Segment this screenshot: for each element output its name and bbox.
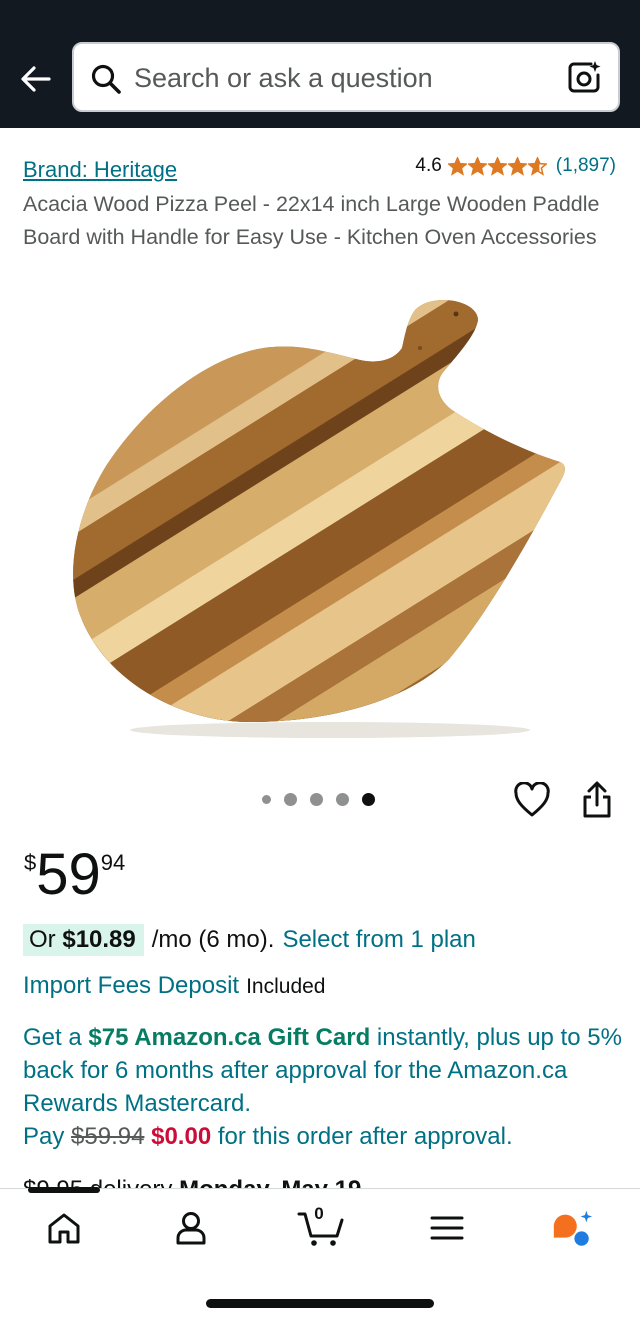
cart-icon[interactable]: 0	[296, 1204, 348, 1250]
price: $ 59 94	[24, 842, 125, 908]
star-icon	[447, 156, 467, 176]
offer-text-1: Get a	[23, 1024, 89, 1051]
price-fraction: 94	[100, 850, 126, 875]
import-fees: Import Fees Deposit Included	[23, 972, 326, 1000]
heart-icon[interactable]	[513, 781, 551, 818]
import-fees-note: Included	[246, 975, 326, 998]
home-indicator	[206, 1299, 434, 1308]
offer-old-price: $59.94	[71, 1123, 145, 1150]
carousel-dot[interactable]	[336, 793, 349, 806]
credit-card-offer[interactable]: Get a $75 Amazon.ca Gift Card instantly,…	[23, 1021, 623, 1153]
offer-pay-label: Pay	[23, 1123, 72, 1150]
product-title: Acacia Wood Pizza Peel - 22x14 inch Larg…	[23, 192, 600, 249]
star-icon	[487, 156, 507, 176]
offer-text-3: for this order after approval.	[211, 1123, 513, 1150]
rating-summary[interactable]: 4.6 (1,897)	[415, 155, 616, 177]
star-icon	[507, 156, 527, 176]
rufus-assistant-icon[interactable]	[550, 1206, 594, 1250]
active-tab-indicator	[28, 1187, 100, 1193]
select-plan-link[interactable]: Select from 1 plan	[282, 926, 475, 954]
image-carousel-dots	[262, 793, 388, 806]
account-icon[interactable]	[169, 1206, 213, 1250]
gift-card-amount: $75 Amazon.ca Gift Card	[88, 1024, 371, 1051]
share-icon[interactable]	[580, 780, 614, 820]
import-fees-link[interactable]: Import Fees Deposit	[23, 972, 239, 1000]
carousel-dot-active[interactable]	[362, 793, 375, 806]
installment-offer: Or $10.89 /mo (6 mo). Select from 1 plan	[23, 924, 476, 956]
search-bar[interactable]	[72, 42, 620, 112]
rating-value: 4.6	[415, 155, 442, 176]
back-arrow-icon[interactable]	[18, 60, 56, 98]
carousel-dot[interactable]	[262, 795, 271, 804]
star-rating	[447, 156, 548, 176]
home-icon[interactable]	[42, 1206, 86, 1250]
carousel-dot[interactable]	[310, 793, 323, 806]
installment-prefix: Or	[29, 926, 56, 953]
price-symbol: $	[24, 850, 37, 875]
search-input[interactable]	[134, 58, 554, 98]
menu-icon[interactable]	[425, 1206, 469, 1250]
search-icon	[90, 63, 122, 95]
star-icon	[527, 156, 547, 176]
product-image[interactable]	[60, 290, 580, 740]
offer-new-price: $0.00	[151, 1123, 212, 1150]
carousel-dot[interactable]	[284, 793, 297, 806]
brand-link[interactable]: Brand: Heritage	[23, 157, 177, 183]
price-whole: 59	[36, 842, 101, 907]
delivery-date: Monday, May 19	[179, 1178, 361, 1188]
rating-count[interactable]: (1,897)	[556, 155, 616, 177]
installment-amount: $10.89	[62, 926, 136, 953]
installment-badge: Or $10.89	[23, 924, 144, 956]
cart-count: 0	[314, 1204, 324, 1223]
camera-lens-icon[interactable]	[566, 59, 602, 95]
star-icon	[467, 156, 487, 176]
installment-terms: /mo (6 mo).	[151, 926, 275, 953]
